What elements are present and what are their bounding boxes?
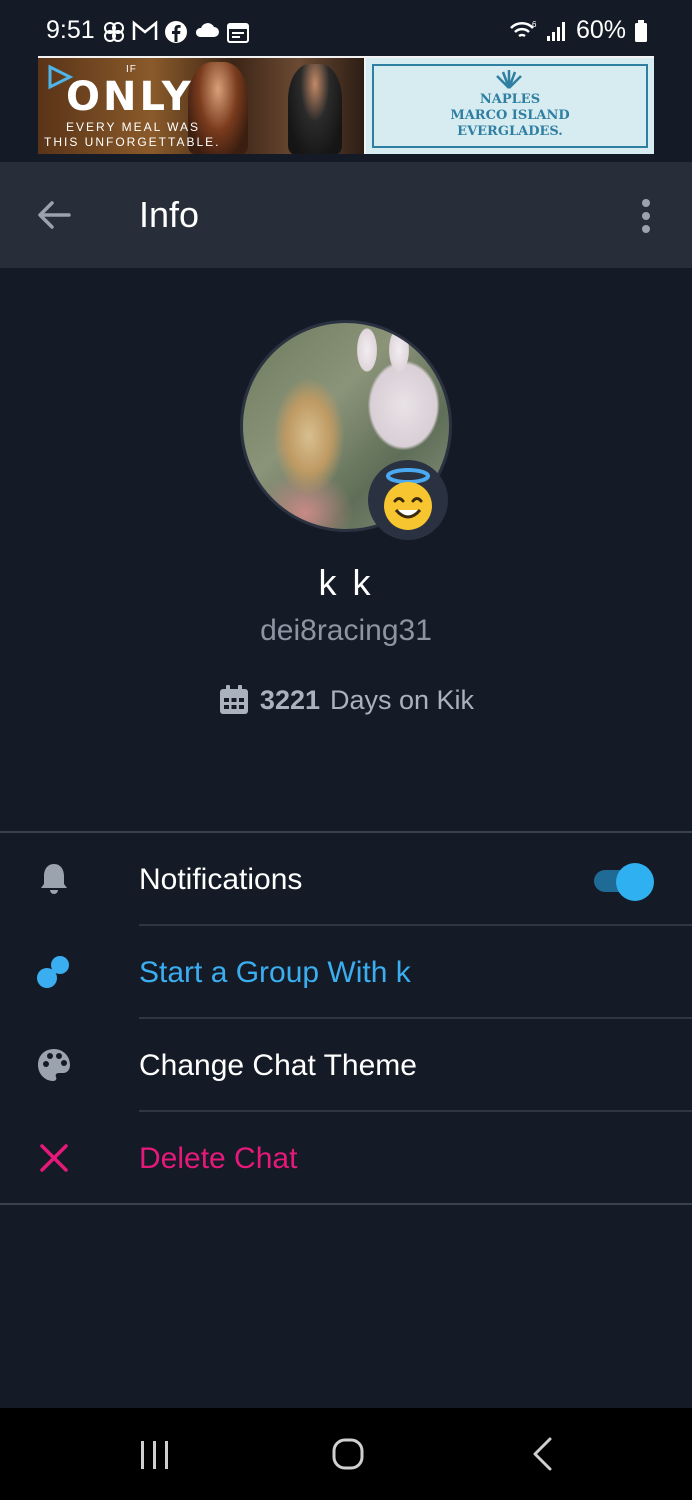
battery-icon — [635, 19, 647, 42]
ad-tagline-1: EVERY MEAL WAS — [66, 120, 201, 134]
smiling-face-with-halo-icon — [384, 468, 432, 530]
days-on-kik: 3221 Days on Kik — [0, 684, 692, 716]
recent-apps-icon[interactable] — [138, 1438, 172, 1472]
notifications-label: Notifications — [139, 863, 303, 896]
ad-tagline-2: THIS UNFORGETTABLE. — [44, 135, 221, 149]
ad-dest-line-2: MARCO ISLAND — [450, 108, 570, 123]
start-group-row[interactable]: Start a Group With k — [0, 926, 692, 1018]
notifications-row[interactable]: Notifications — [0, 833, 692, 925]
home-icon[interactable] — [332, 1438, 364, 1470]
nav-back-icon[interactable] — [530, 1436, 554, 1472]
close-icon — [40, 1144, 68, 1172]
ad-banner[interactable]: IF ONLY EVERY MEAL WAS THIS UNFORGETTABL… — [38, 56, 654, 154]
ad-headline: ONLY — [66, 74, 194, 120]
delete-chat-label: Delete Chat — [139, 1142, 298, 1175]
change-theme-label: Change Chat Theme — [139, 1049, 417, 1082]
ad-destinations: NAPLES MARCO ISLAND EVERGLADES. — [366, 92, 654, 140]
ad-right-panel[interactable]: NAPLES MARCO ISLAND EVERGLADES. — [366, 58, 654, 154]
section-divider-bottom — [0, 1203, 692, 1205]
calendar-icon — [219, 685, 248, 714]
pinwheel-icon — [104, 22, 124, 42]
halo-emoji-badge — [368, 460, 448, 540]
notifications-toggle[interactable] — [594, 863, 654, 901]
toggle-thumb — [616, 863, 654, 901]
svg-text:6: 6 — [532, 20, 537, 29]
more-vertical-icon[interactable] — [634, 198, 658, 234]
status-notification-icons — [102, 20, 250, 44]
signal-icon — [546, 21, 565, 41]
wifi-icon: 6 — [510, 20, 537, 37]
cloud-icon — [195, 23, 219, 37]
arrow-left-icon[interactable] — [36, 200, 72, 230]
change-theme-row[interactable]: Change Chat Theme — [0, 1019, 692, 1111]
ad-dest-line-1: NAPLES — [479, 92, 541, 107]
display-name: k k — [318, 562, 374, 603]
group-bubbles-icon — [37, 956, 69, 988]
gmail-icon — [132, 20, 158, 40]
username: dei8racing31 — [260, 614, 432, 647]
calendar-icon — [227, 23, 249, 43]
delete-chat-row[interactable]: Delete Chat — [0, 1112, 692, 1204]
battery-percent: 60% — [575, 16, 626, 44]
status-time: 9:51 — [46, 16, 95, 44]
status-bar: 9:51 6 60% — [0, 0, 692, 56]
facebook-icon — [165, 21, 187, 43]
days-count: 3221 — [259, 684, 320, 715]
ad-photo-man — [288, 64, 342, 154]
seashell-icon — [496, 70, 522, 89]
palette-icon — [38, 1049, 70, 1081]
days-label: Days on Kik — [330, 684, 475, 715]
system-nav-bar — [0, 1408, 692, 1500]
ad-dest-line-3: EVERGLADES. — [457, 124, 563, 139]
page-title: Info — [139, 194, 200, 235]
avatar-bunny-ears — [343, 325, 423, 375]
ad-left-panel[interactable]: IF ONLY EVERY MEAL WAS THIS UNFORGETTABL… — [38, 58, 364, 154]
status-right: 6 60% — [508, 16, 648, 45]
app-bar: Info — [0, 162, 692, 268]
start-group-label: Start a Group With k — [139, 956, 411, 989]
bell-icon — [41, 864, 67, 894]
